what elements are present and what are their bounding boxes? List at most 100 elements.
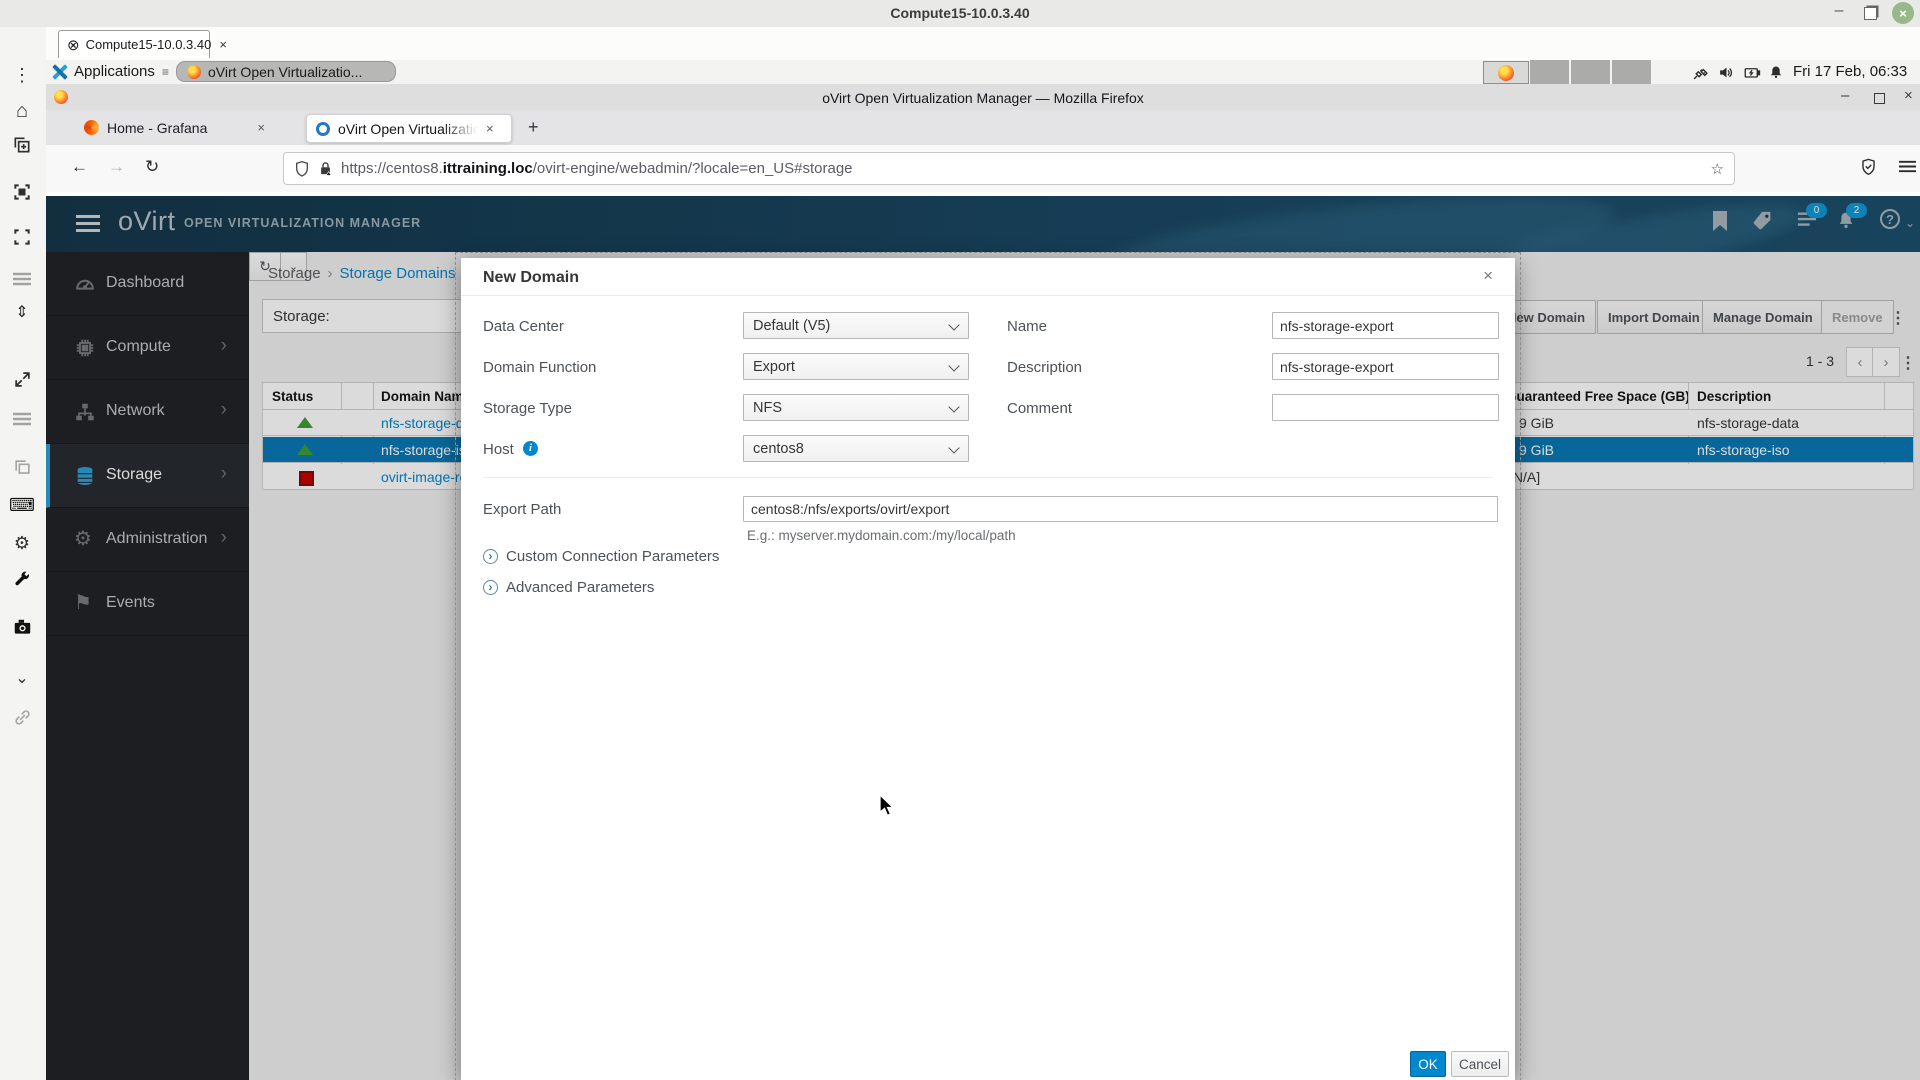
workspace-switcher[interactable] — [1530, 60, 1651, 84]
screenshot-camera-icon[interactable] — [7, 613, 37, 641]
new-window-icon[interactable] — [7, 131, 37, 159]
remote-window-titlebar: Compute15-10.0.3.40 – × — [0, 0, 1920, 28]
taskbar-window-button[interactable]: oVirt Open Virtualizatio... — [176, 61, 396, 82]
expand-chevron-icon: › — [483, 549, 498, 564]
tracking-shield-icon[interactable] — [294, 160, 310, 178]
settings-gears-icon[interactable]: ⚙ — [7, 529, 37, 557]
firefox-tabbar: Home - Grafana × oVirt Open Virtualizati… — [46, 110, 1920, 145]
taskbar-window-label: oVirt Open Virtualizatio... — [208, 64, 362, 80]
export-path-hint: E.g.: myserver.mydomain.com:/my/local/pa… — [747, 528, 1016, 543]
minimize-icon[interactable]: – — [1829, 2, 1849, 22]
session-tab-label: Compute15-10.0.3.40 — [86, 37, 212, 52]
battery-icon[interactable] — [1743, 64, 1760, 81]
firefox-close-icon[interactable]: × — [1904, 87, 1913, 104]
domain-function-label: Domain Function — [483, 359, 596, 376]
fullscreen-icon[interactable] — [7, 223, 37, 251]
firefox-icon — [187, 65, 201, 79]
tab-label: oVirt Open Virtualization — [338, 121, 478, 137]
mouse-cursor — [879, 794, 897, 818]
firefox-window-title: oVirt Open Virtualization Manager — Mozi… — [46, 90, 1920, 106]
firefox-titlebar: oVirt Open Virtualization Manager — Mozi… — [46, 84, 1920, 110]
custom-connection-parameters-expander[interactable]: › Custom Connection Parameters — [483, 548, 719, 565]
name-input[interactable]: nfs-storage-export — [1272, 312, 1499, 339]
chevron-down-icon[interactable]: ⌄ — [7, 665, 37, 693]
export-path-input[interactable]: centos8:/nfs/exports/ovirt/export — [743, 496, 1498, 522]
forward-icon[interactable]: → — [108, 157, 125, 177]
maximize-icon[interactable] — [1864, 7, 1877, 20]
tab-label: Home - Grafana — [107, 120, 207, 136]
disconnect-link-icon[interactable] — [7, 703, 37, 731]
applications-menu[interactable]: Applications — [74, 63, 155, 80]
center-screen-icon[interactable] — [7, 178, 37, 206]
menu-lines-icon[interactable] — [7, 265, 37, 293]
url-text: https://centos8.ittraining.loc/ovirt-eng… — [341, 160, 853, 177]
firefox-minimize-icon[interactable]: – — [1841, 87, 1849, 104]
firefox-navbar: ← → ↻ https://centos8.ittraining.loc/ovi… — [46, 145, 1920, 193]
description-input[interactable]: nfs-storage-export — [1272, 353, 1499, 380]
host-label: Host — [483, 441, 514, 458]
advanced-parameters-expander[interactable]: › Advanced Parameters — [483, 579, 654, 596]
storage-type-select[interactable]: NFS — [743, 394, 969, 421]
account-shield-icon[interactable] — [1860, 158, 1877, 176]
comment-label: Comment — [1007, 400, 1072, 417]
caret-down-icon — [948, 360, 959, 371]
description-label: Description — [1007, 359, 1082, 376]
home-icon[interactable]: ⌂ — [7, 97, 37, 125]
applications-caret-icon: ≡ — [162, 65, 169, 79]
export-path-label: Export Path — [483, 501, 561, 518]
caret-down-icon — [948, 442, 959, 453]
ovirt-favicon — [316, 122, 330, 136]
remote-viewer-toolbar: ⋮ ⌂ ⇕ ⌨ ⚙ ⌄ — [0, 27, 47, 1080]
name-label: Name — [1007, 318, 1047, 335]
expand-chevron-icon: › — [483, 580, 498, 595]
keyboard-icon[interactable]: ⌨ — [7, 491, 37, 519]
ok-button[interactable]: OK — [1410, 1051, 1446, 1077]
kebab-menu-icon[interactable]: ⋮ — [7, 61, 37, 89]
close-tab-icon[interactable]: × — [219, 37, 227, 52]
remote-tab-strip: ⊗ Compute15-10.0.3.40 × — [46, 27, 1920, 61]
data-center-label: Data Center — [483, 318, 564, 335]
hamburger-menu-icon[interactable] — [1899, 159, 1916, 174]
caret-down-icon — [948, 401, 959, 412]
desktop-taskbar: Applications ≡ oVirt Open Virtualizatio.… — [46, 60, 1920, 85]
tab-grafana[interactable]: Home - Grafana × — [70, 110, 279, 145]
notifications-bell-icon[interactable] — [1768, 64, 1785, 81]
volume-icon[interactable] — [1718, 64, 1735, 81]
remote-session-tab[interactable]: ⊗ Compute15-10.0.3.40 × — [58, 30, 210, 58]
tab-ovirt[interactable]: oVirt Open Virtualization × — [306, 114, 512, 143]
flame-icon — [1498, 65, 1514, 81]
bookmark-star-icon[interactable]: ☆ — [1711, 160, 1724, 178]
comment-input[interactable] — [1272, 394, 1499, 421]
taskbar-clock[interactable]: Fri 17 Feb, 06:33 — [1793, 63, 1907, 80]
menu-lines2-icon[interactable] — [7, 405, 37, 433]
new-domain-dialog: New Domain × Data Center Default (V5) Do… — [461, 258, 1515, 1080]
network-icon[interactable] — [1692, 64, 1709, 81]
dialog-close-icon[interactable]: × — [1483, 266, 1493, 286]
windows-icon[interactable] — [7, 453, 37, 481]
data-center-select[interactable]: Default (V5) — [743, 312, 969, 339]
fit-window-icon[interactable]: ⇕ — [7, 299, 37, 327]
lock-icon[interactable] — [318, 160, 333, 177]
firefox-maximize-icon[interactable] — [1874, 93, 1885, 104]
session-icon: ⊗ — [67, 36, 80, 54]
info-icon: i — [523, 441, 538, 456]
remote-window-title: Compute15-10.0.3.40 — [0, 5, 1920, 21]
grafana-icon — [84, 120, 99, 135]
host-select[interactable]: centos8 — [743, 435, 969, 462]
close-tab-icon[interactable]: × — [257, 120, 265, 135]
wrench-icon[interactable] — [7, 565, 37, 593]
url-bar[interactable]: https://centos8.ittraining.loc/ovirt-eng… — [283, 152, 1735, 185]
dialog-title: New Domain — [483, 269, 579, 287]
domain-function-select[interactable]: Export — [743, 353, 969, 380]
storage-type-label: Storage Type — [483, 400, 572, 417]
applications-logo-icon[interactable] — [52, 64, 68, 80]
reload-icon[interactable]: ↻ — [145, 157, 159, 177]
tray-app-button[interactable] — [1483, 61, 1529, 84]
new-tab-button[interactable]: + — [528, 117, 539, 138]
close-icon[interactable]: × — [1892, 2, 1914, 24]
back-icon[interactable]: ← — [71, 157, 88, 177]
expand-arrows-icon[interactable] — [7, 365, 37, 393]
cancel-button[interactable]: Cancel — [1451, 1051, 1509, 1077]
close-tab-icon[interactable]: × — [486, 121, 494, 136]
caret-down-icon — [948, 319, 959, 330]
